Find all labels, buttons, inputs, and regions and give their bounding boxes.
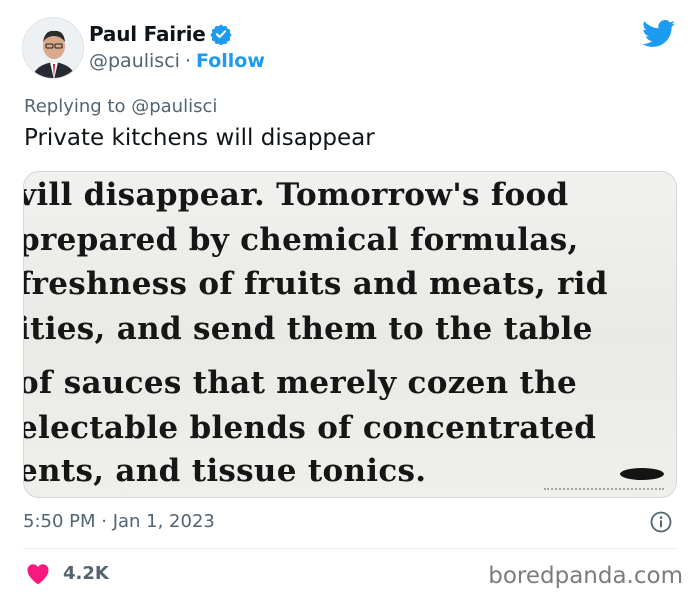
info-icon[interactable] [649,510,673,534]
tweet-header: Paul Fairie @paulisci · Follow [22,17,682,81]
divider [23,548,677,549]
heart-icon[interactable] [26,563,50,585]
reply-context[interactable]: Replying to @paulisci [24,96,217,117]
like-count[interactable]: 4.2K [63,563,109,584]
clipping-line: ities, and send them to the table [23,311,593,347]
verified-badge-icon [209,23,232,46]
handle-row: @paulisci · Follow [89,50,265,72]
clipping-line: prepared by chemical formulas, [23,222,579,258]
watermark: boredpanda.com [488,563,683,589]
newspaper-clipping-image[interactable]: vill disappear. Tomorrow's food prepared… [23,171,677,498]
timestamp[interactable]: 5:50 PM · Jan 1, 2023 [23,511,215,532]
name-row: Paul Fairie [89,22,232,46]
clipping-line: ents, and tissue tonics. [23,453,427,489]
clipping-line: freshness of fruits and meats, rid [23,266,608,302]
clipping-line: of sauces that merely cozen the [23,365,578,401]
print-specks [544,488,664,496]
tweet-text: Private kitchens will disappear [24,125,375,151]
clipping-line: electable blends of concentrated [23,410,597,446]
ink-blot [620,468,664,480]
clipping-line: vill disappear. Tomorrow's food [23,177,569,213]
follow-button[interactable]: Follow [196,50,265,72]
avatar[interactable] [22,17,84,79]
twitter-bird-icon[interactable] [642,20,676,48]
handle[interactable]: @paulisci [89,50,180,72]
separator: · [184,50,191,72]
display-name[interactable]: Paul Fairie [89,22,206,46]
